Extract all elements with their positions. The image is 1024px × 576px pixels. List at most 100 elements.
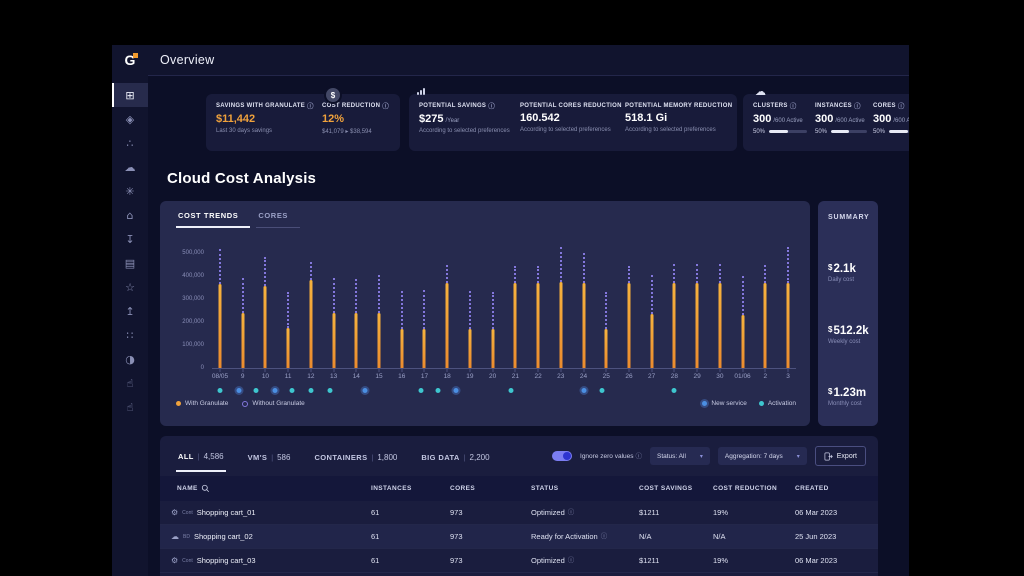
bar-without-granulate <box>628 266 630 283</box>
service-name: Shopping cart_01 <box>197 508 256 517</box>
x-axis-tick: 22 <box>534 373 541 380</box>
service-type-badge: Cont <box>182 558 193 564</box>
x-axis-tick: 26 <box>625 373 632 380</box>
x-axis-labels: 08/0591011121314151617181920212223242526… <box>212 373 796 382</box>
bar-with-granulate <box>627 283 630 368</box>
tab-cost-trends[interactable]: COST TRENDS <box>176 211 250 228</box>
download-icon: ↧ <box>125 234 134 245</box>
cell-cost-reduction: 19% <box>713 508 795 517</box>
sidebar-item-theme[interactable]: ◑ <box>112 347 148 371</box>
activation-marker <box>253 388 258 393</box>
sidebar-item-kubernetes[interactable]: ✳ <box>112 179 148 203</box>
pointer-icon: ☝ <box>127 378 134 389</box>
bar-without-granulate <box>355 279 357 313</box>
sidebar-item-services[interactable]: ◈ <box>112 107 148 131</box>
cell-created: 25 Jun 2023 <box>795 532 878 541</box>
bar-with-granulate <box>559 282 562 368</box>
summary-weekly: $512.2k Weekly cost <box>828 325 878 345</box>
timeline-markers <box>212 384 796 397</box>
bar-without-granulate <box>764 265 766 283</box>
col-cost-savings: COST SAVINGS <box>639 485 713 492</box>
gear-icon: ⚙ <box>171 557 178 565</box>
x-axis-tick: 9 <box>241 373 245 380</box>
sidebar-item-cost-center[interactable]: ⌂ <box>112 203 148 227</box>
table-row[interactable]: ⚙ContShopping cart_0161973Optimizedⓘ$121… <box>160 501 878 525</box>
bar-without-granulate <box>742 276 744 315</box>
info-icon: ⓘ <box>854 103 861 110</box>
legend-without-granulate: Without Granulate <box>242 400 304 407</box>
tab-cores[interactable]: CORES <box>256 211 300 228</box>
sidebar-item-overview[interactable]: ⊞ <box>112 83 148 107</box>
ignore-zero-label: Ignore zero values ⓘ <box>580 453 642 460</box>
tab-all[interactable]: ALL|4,586 <box>176 440 226 472</box>
sidebar-item-reports[interactable]: ▤ <box>112 251 148 275</box>
chart-plot: 0100,000200,000300,000400,000500,000 <box>212 242 796 369</box>
sidebar-item-feedback[interactable]: ☝ <box>112 395 148 419</box>
metric: POTENTIAL CORES REDUCTION160.542Accordin… <box>520 103 625 134</box>
sidebar-nav: ⊞◈∴☁ ✳ ⌂ ↧ ▤☆↥∷◑ ☝ ☝ <box>112 83 148 419</box>
bar-with-granulate <box>400 329 403 368</box>
bar-with-granulate <box>514 283 517 368</box>
info-icon: ⓘ <box>568 509 575 516</box>
stats-card-1: $SAVINGS WITH GRANULATEⓘ$11,442Last 30 d… <box>206 94 400 151</box>
activation-marker <box>508 388 513 393</box>
metric: COST REDUCTIONⓘ12%$41,079 ▸ $38,594 <box>322 103 400 135</box>
sidebar-item-cloud[interactable]: ☁ <box>112 155 148 179</box>
aggregation-select[interactable]: Aggregation: 7 days▾ <box>718 447 807 465</box>
top-header: Overview <box>148 45 909 76</box>
x-axis-tick: 18 <box>444 373 451 380</box>
gear-icon: ⚙ <box>171 509 178 517</box>
bar-with-granulate <box>446 283 449 368</box>
bar-with-granulate <box>787 283 790 368</box>
summary-panel: SUMMARY $2.1k Daily cost $512.2k Weekly … <box>818 201 878 426</box>
tab-vms[interactable]: VM'S|586 <box>246 441 293 471</box>
bar-without-granulate <box>492 292 494 329</box>
activation-marker <box>672 388 677 393</box>
x-axis-tick: 29 <box>693 373 700 380</box>
sidebar-item-deploy[interactable]: ↥ <box>112 299 148 323</box>
tab-big-data[interactable]: BIG DATA|2,200 <box>419 441 491 471</box>
summary-title: SUMMARY <box>828 214 878 221</box>
x-axis-tick: 27 <box>648 373 655 380</box>
bar-without-granulate <box>446 265 448 283</box>
bar-without-granulate <box>560 247 562 283</box>
sidebar-item-inbox[interactable]: ↧ <box>112 227 148 251</box>
sidebar-item-favorites[interactable]: ☆ <box>112 275 148 299</box>
bar-with-granulate <box>650 314 653 368</box>
hollow-dot-icon <box>242 401 248 407</box>
activation-marker <box>436 388 441 393</box>
cell-cost-reduction: N/A <box>713 532 795 541</box>
service-name: Shopping cart_02 <box>194 532 253 541</box>
sidebar-item-support[interactable]: ☝ <box>112 371 148 395</box>
tab-containers[interactable]: CONTAINERS|1,800 <box>312 441 399 471</box>
y-axis-tick: 200,000 <box>164 319 204 325</box>
x-axis-tick: 28 <box>671 373 678 380</box>
sidebar-item-integrations[interactable]: ∷ <box>112 323 148 347</box>
ignore-zero-toggle[interactable] <box>552 451 572 461</box>
x-axis-tick: 24 <box>580 373 587 380</box>
status-filter-select[interactable]: Status: All▾ <box>650 447 710 465</box>
x-axis-tick: 08/05 <box>212 373 228 380</box>
chevron-down-icon: ▾ <box>700 453 703 460</box>
search-icon[interactable] <box>201 484 210 493</box>
table-controls: Ignore zero values ⓘ Status: All▾ Aggreg… <box>552 446 866 466</box>
sidebar: G ⊞◈∴☁ ✳ ⌂ ↧ ▤☆↥∷◑ ☝ ☝ <box>112 45 149 576</box>
col-name[interactable]: NAME <box>177 484 371 493</box>
bar-with-granulate <box>718 283 721 368</box>
info-icon: ⓘ <box>790 103 797 110</box>
export-button[interactable]: Export <box>815 446 866 466</box>
cell-cost-savings: $1211 <box>639 508 713 517</box>
new-service-marker <box>272 388 277 393</box>
table-row[interactable]: ⚙ContShopping cart_0361973Optimizedⓘ$121… <box>160 549 878 573</box>
table-row[interactable]: ☁BDShopping cart_0261973Ready for Activa… <box>160 525 878 549</box>
sidebar-item-topology[interactable]: ∴ <box>112 131 148 155</box>
x-axis-tick: 21 <box>512 373 519 380</box>
bar-without-granulate <box>514 266 516 283</box>
app-window: G ⊞◈∴☁ ✳ ⌂ ↧ ▤☆↥∷◑ ☝ ☝ Overview $SAVINGS WITH … <box>112 45 909 576</box>
y-axis-tick: 400,000 <box>164 273 204 279</box>
plot-inner <box>220 242 788 368</box>
helm-wheel-icon: ✳ <box>125 186 134 197</box>
app-logo[interactable]: G <box>112 45 148 75</box>
building-icon: ⌂ <box>127 210 134 221</box>
bar-with-granulate <box>696 283 699 368</box>
